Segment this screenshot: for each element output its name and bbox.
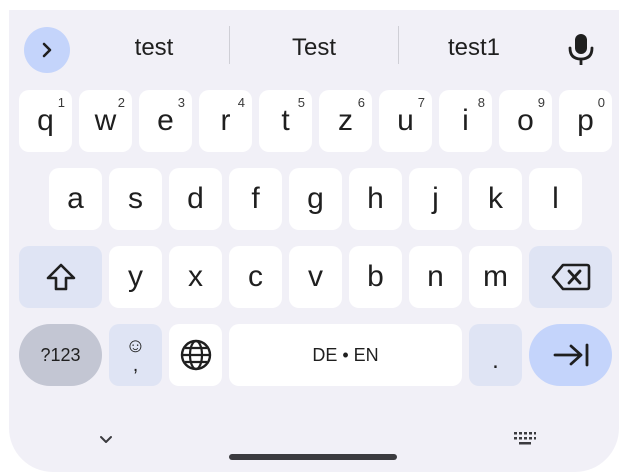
key-label: g: [307, 182, 324, 215]
backspace-icon: [551, 263, 590, 291]
key-c[interactable]: c: [229, 246, 282, 308]
key-v[interactable]: v: [289, 246, 342, 308]
key-label: o: [517, 104, 534, 137]
key-n[interactable]: n: [409, 246, 462, 308]
key-k[interactable]: k: [469, 168, 522, 230]
period-key[interactable]: .: [469, 324, 522, 386]
key-label: e: [157, 104, 174, 137]
next-arrow-icon: [553, 343, 588, 367]
suggestion-divider: [398, 26, 399, 64]
key-hint: 0: [597, 95, 605, 110]
next-key[interactable]: [529, 324, 612, 386]
key-label: q: [37, 104, 54, 137]
key-hint: 7: [417, 95, 425, 110]
suggestion-divider: [229, 26, 230, 64]
chevron-right-icon: [42, 42, 52, 58]
key-label: y: [128, 260, 143, 293]
emoji-comma-key[interactable]: ☺ ,: [109, 324, 162, 386]
comma-label: ,: [132, 354, 139, 376]
key-t[interactable]: t5: [259, 90, 312, 152]
key-label: z: [338, 104, 353, 137]
key-label: r: [220, 104, 231, 137]
key-s[interactable]: s: [109, 168, 162, 230]
key-l[interactable]: l: [529, 168, 582, 230]
suggestion-2[interactable]: Test: [249, 28, 379, 68]
globe-icon: [180, 339, 211, 371]
backspace-key[interactable]: [529, 246, 612, 308]
symbols-key[interactable]: ?123: [19, 324, 102, 386]
keyboard: test Test test1 q1 w2 e3 r4 t5 z6 u7 i8 …: [9, 10, 619, 472]
key-label: b: [367, 260, 384, 293]
key-hint: 5: [297, 95, 305, 110]
key-hint: 2: [117, 95, 125, 110]
chevron-down-icon[interactable]: [97, 434, 115, 446]
space-key[interactable]: DE • EN: [229, 324, 462, 386]
key-d[interactable]: d: [169, 168, 222, 230]
key-w[interactable]: w2: [79, 90, 132, 152]
emoji-icon: ☺: [125, 335, 146, 357]
key-label: s: [128, 182, 143, 215]
key-label: h: [367, 182, 384, 215]
key-label: n: [427, 260, 444, 293]
key-label: u: [397, 104, 414, 137]
key-label: j: [432, 182, 439, 215]
home-indicator[interactable]: [229, 454, 397, 460]
key-b[interactable]: b: [349, 246, 402, 308]
key-label: w: [94, 104, 117, 137]
key-o[interactable]: o9: [499, 90, 552, 152]
key-label: m: [483, 260, 508, 293]
microphone-icon[interactable]: [565, 32, 597, 68]
key-label: l: [552, 182, 559, 215]
suggestion-3[interactable]: test1: [409, 28, 539, 68]
key-i[interactable]: i8: [439, 90, 492, 152]
key-hint: 8: [477, 95, 485, 110]
key-e[interactable]: e3: [139, 90, 192, 152]
key-hint: 1: [57, 95, 65, 110]
key-j[interactable]: j: [409, 168, 462, 230]
key-z[interactable]: z6: [319, 90, 372, 152]
language-key[interactable]: [169, 324, 222, 386]
key-label: k: [488, 182, 503, 215]
expand-toolbar-button[interactable]: [24, 27, 70, 73]
key-m[interactable]: m: [469, 246, 522, 308]
key-hint: 9: [537, 95, 545, 110]
key-u[interactable]: u7: [379, 90, 432, 152]
key-label: t: [281, 104, 290, 137]
key-label: i: [462, 104, 469, 137]
key-x[interactable]: x: [169, 246, 222, 308]
keyboard-icon[interactable]: [512, 430, 538, 448]
suggestion-1[interactable]: test: [89, 28, 219, 68]
key-y[interactable]: y: [109, 246, 162, 308]
period-label: .: [492, 347, 499, 374]
key-label: c: [248, 260, 263, 293]
shift-icon: [46, 263, 75, 291]
key-label: a: [67, 182, 84, 215]
suggestion-bar: test Test test1: [9, 10, 619, 80]
key-p[interactable]: p0: [559, 90, 612, 152]
space-label: DE • EN: [312, 345, 379, 365]
key-label: f: [251, 182, 260, 215]
key-q[interactable]: q1: [19, 90, 72, 152]
key-h[interactable]: h: [349, 168, 402, 230]
key-f[interactable]: f: [229, 168, 282, 230]
key-label: v: [308, 260, 323, 293]
key-label: d: [187, 182, 204, 215]
key-label: x: [188, 260, 203, 293]
symbols-label: ?123: [40, 345, 81, 365]
key-g[interactable]: g: [289, 168, 342, 230]
shift-key[interactable]: [19, 246, 102, 308]
key-a[interactable]: a: [49, 168, 102, 230]
key-label: p: [577, 104, 594, 137]
key-hint: 4: [237, 95, 245, 110]
key-r[interactable]: r4: [199, 90, 252, 152]
key-hint: 3: [177, 95, 185, 110]
key-hint: 6: [357, 95, 365, 110]
